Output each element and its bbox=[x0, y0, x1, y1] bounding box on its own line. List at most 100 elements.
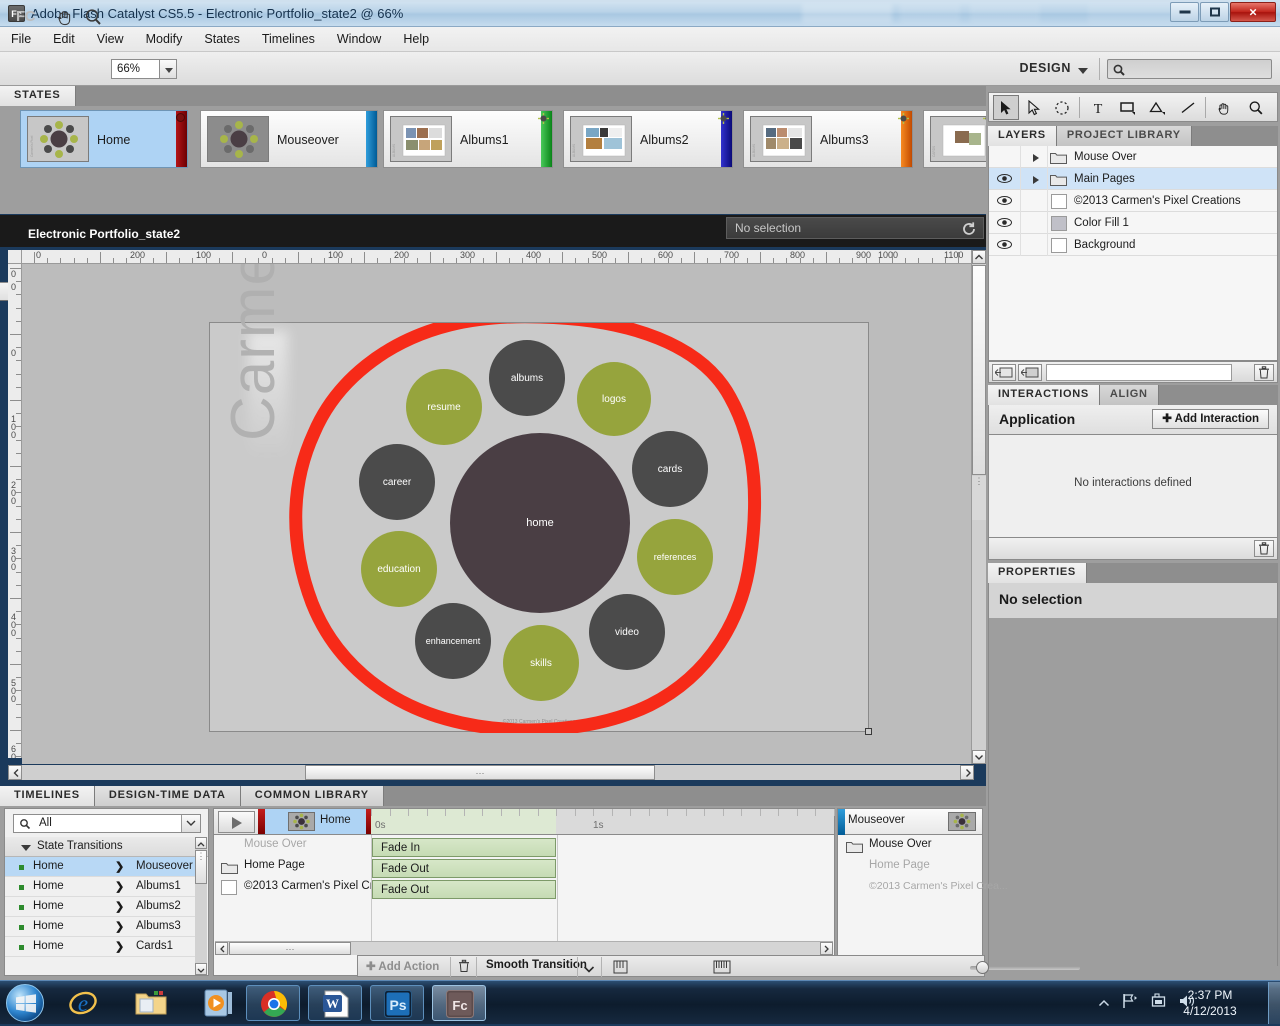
direct-select-icon[interactable] bbox=[1021, 95, 1047, 120]
tab-properties[interactable]: PROPERTIES bbox=[988, 563, 1087, 583]
effect-fade-out-1[interactable]: Fade Out bbox=[372, 859, 556, 878]
zoom-icon[interactable] bbox=[1243, 95, 1269, 120]
new-group-icon[interactable] bbox=[1018, 364, 1042, 381]
eye-icon[interactable] bbox=[997, 173, 1012, 187]
google-chrome-icon[interactable] bbox=[246, 985, 300, 1021]
scrollbar-track[interactable]: ⋮ bbox=[972, 476, 986, 520]
state-card-mouseover[interactable]: Mouseover bbox=[200, 110, 378, 168]
tab-design-time-data[interactable]: DESIGN-TIME DATA bbox=[94, 786, 241, 806]
new-layer-icon[interactable] bbox=[992, 364, 1016, 381]
tab-project-library[interactable]: PROJECT LIBRARY bbox=[1056, 126, 1192, 146]
bubble-home[interactable]: home bbox=[450, 433, 630, 613]
menu-item-states[interactable]: States bbox=[193, 27, 250, 52]
scrollbar-thumb[interactable]: ⋯ bbox=[305, 765, 655, 780]
bubble-resume[interactable]: resume bbox=[406, 369, 482, 445]
flash-catalyst-icon[interactable]: Fc bbox=[432, 985, 486, 1021]
state-card-albums1[interactable]: ALBUMS Albums1 bbox=[383, 110, 553, 168]
bubble-references[interactable]: references bbox=[637, 519, 713, 595]
show-desktop-button[interactable] bbox=[1268, 982, 1280, 1024]
maximize-button[interactable] bbox=[1200, 2, 1229, 22]
add-interaction-button[interactable]: ✚ Add Interaction bbox=[1152, 409, 1269, 429]
bubble-skills[interactable]: skills bbox=[503, 625, 579, 701]
scrollbar-thumb[interactable]: ⋯ bbox=[229, 942, 351, 955]
artboard[interactable]: Carmen home albums logos cards reference… bbox=[209, 264, 872, 735]
transition-row-home-albums3[interactable]: Home ❯ Albums3 bbox=[5, 917, 197, 937]
network-icon[interactable] bbox=[1122, 993, 1140, 1012]
timeline-from-state[interactable]: Home bbox=[258, 809, 366, 834]
timeline-object-home-page[interactable]: Home Page bbox=[214, 857, 362, 878]
state-card-albums3[interactable]: ALBUMS Albums3 bbox=[743, 110, 913, 168]
hand-icon[interactable] bbox=[54, 6, 76, 28]
line-icon[interactable] bbox=[1175, 95, 1201, 120]
layer-name-field[interactable] bbox=[1046, 364, 1232, 381]
transition-row-home-mouseover[interactable]: Home ❯ Mouseover bbox=[5, 857, 197, 877]
chevron-up-icon[interactable] bbox=[1098, 997, 1110, 1011]
menu-item-window[interactable]: Window bbox=[326, 27, 392, 52]
easing-label[interactable]: Smooth Transition bbox=[486, 959, 587, 971]
refresh-icon[interactable] bbox=[961, 221, 977, 240]
workspace-switcher-label[interactable]: DESIGN bbox=[1019, 61, 1071, 75]
zoom-icon[interactable] bbox=[82, 6, 104, 28]
scroll-up-arrow-icon[interactable] bbox=[972, 250, 986, 264]
canvas-vertical-scrollbar[interactable]: ⋮ bbox=[971, 250, 986, 764]
timeline-target-object-home-page[interactable]: Home Page bbox=[844, 857, 992, 878]
delete-action-button[interactable] bbox=[458, 959, 470, 976]
scroll-left-arrow-icon[interactable] bbox=[215, 942, 228, 955]
eye-icon[interactable] bbox=[997, 195, 1012, 209]
bubble-logos[interactable]: logos bbox=[577, 362, 651, 436]
search-input[interactable] bbox=[1107, 59, 1272, 79]
scroll-right-arrow-icon[interactable] bbox=[820, 942, 833, 955]
scroll-down-arrow-icon[interactable] bbox=[195, 963, 207, 975]
menu-item-timelines[interactable]: Timelines bbox=[251, 27, 326, 52]
rectangle-icon[interactable] bbox=[1115, 95, 1141, 120]
layer-row-color-fill-1[interactable]: Color Fill 1 bbox=[989, 212, 1277, 234]
text-icon[interactable]: T bbox=[1085, 95, 1111, 120]
effect-fade-in[interactable]: Fade In bbox=[372, 838, 556, 857]
state-card-home[interactable]: Carmen's Pixel Home bbox=[20, 110, 188, 168]
add-action-button[interactable]: ✚ Add Action bbox=[366, 959, 439, 973]
canvas-workspace[interactable]: Carmen home albums logos cards reference… bbox=[22, 264, 974, 764]
layer-row-main-pages[interactable]: Main Pages bbox=[989, 168, 1277, 190]
timeline-target-object-copyright[interactable]: ©2013 Carmen's Pixel Crea... bbox=[844, 878, 1008, 899]
transition-row-home-albums1[interactable]: Home ❯ Albums1 bbox=[5, 877, 197, 897]
effect-fade-out-2[interactable]: Fade Out bbox=[372, 880, 556, 899]
transitions-filter-input[interactable]: All bbox=[13, 814, 201, 833]
bubble-education[interactable]: education bbox=[361, 531, 437, 607]
tab-interactions[interactable]: INTERACTIONS bbox=[988, 385, 1100, 405]
delete-layer-button[interactable] bbox=[1254, 364, 1274, 381]
tab-align[interactable]: ALIGN bbox=[1099, 385, 1159, 405]
scrollbar-thumb[interactable] bbox=[972, 265, 986, 475]
microsoft-word-icon[interactable]: W bbox=[308, 985, 362, 1021]
menu-item-modify[interactable]: Modify bbox=[135, 27, 194, 52]
disclosure-triangle-icon[interactable] bbox=[1033, 176, 1039, 184]
layer-row-background[interactable]: Background bbox=[989, 234, 1277, 256]
scroll-up-arrow-icon[interactable] bbox=[195, 837, 207, 849]
bubble-albums[interactable]: albums bbox=[489, 340, 565, 416]
select-arrow-icon[interactable] bbox=[993, 95, 1019, 120]
timeline-horizontal-scrollbar[interactable]: ⋯ bbox=[215, 941, 833, 955]
layer-row-copyright[interactable]: ©2013 Carmen's Pixel Creations bbox=[989, 190, 1277, 212]
file-explorer-icon[interactable] bbox=[124, 985, 178, 1021]
disclosure-triangle-icon[interactable] bbox=[1033, 154, 1039, 162]
zoom-level-dropdown-icon[interactable] bbox=[159, 59, 177, 79]
timeline-zoom-slider-knob[interactable] bbox=[976, 961, 989, 974]
bubble-cards[interactable]: cards bbox=[632, 431, 708, 507]
chevron-down-icon[interactable] bbox=[181, 815, 200, 832]
tab-layers[interactable]: LAYERS bbox=[988, 126, 1057, 146]
menu-item-view[interactable]: View bbox=[86, 27, 135, 52]
bubble-video[interactable]: video bbox=[589, 594, 665, 670]
tab-timelines[interactable]: TIMELINES bbox=[0, 786, 95, 806]
bubble-career[interactable]: career bbox=[359, 444, 435, 520]
internet-explorer-icon[interactable]: e bbox=[56, 985, 110, 1021]
canvas-horizontal-scrollbar[interactable]: ⋯ bbox=[8, 765, 974, 780]
scrollbar-thumb[interactable]: ⋮ bbox=[195, 850, 207, 884]
taskbar-clock[interactable]: 2:37 PM 4/12/2013 bbox=[1164, 987, 1256, 1019]
timeline-object-mouse-over[interactable]: Mouse Over bbox=[214, 836, 362, 857]
transitions-group-header[interactable]: State Transitions bbox=[5, 837, 208, 857]
eye-icon[interactable] bbox=[997, 239, 1012, 253]
minimize-button[interactable] bbox=[1170, 2, 1199, 22]
scroll-right-arrow-icon[interactable] bbox=[960, 765, 974, 780]
disclosure-triangle-icon[interactable] bbox=[21, 845, 31, 851]
windows-start-orb[interactable] bbox=[6, 984, 44, 1022]
close-button[interactable]: × bbox=[1230, 2, 1276, 22]
